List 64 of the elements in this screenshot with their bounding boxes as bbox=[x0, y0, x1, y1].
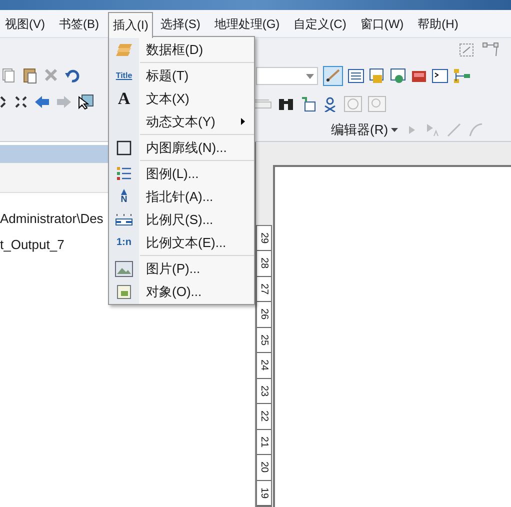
object-icon bbox=[116, 284, 132, 300]
scale-dropdown[interactable] bbox=[256, 67, 318, 85]
menu-item[interactable]: 帮助(H) bbox=[412, 12, 464, 36]
model-builder-icon[interactable] bbox=[453, 68, 471, 84]
menu-option[interactable]: 图片(P)... bbox=[109, 257, 254, 280]
editor-menu-button[interactable]: 编辑器(R) bbox=[330, 120, 400, 140]
measure-icon[interactable] bbox=[252, 97, 272, 111]
menu-option[interactable]: 对象(O)... bbox=[109, 280, 254, 303]
menu-item[interactable]: 视图(V) bbox=[0, 12, 50, 36]
frame-icon bbox=[116, 140, 132, 156]
ruler-label: 27 bbox=[259, 283, 269, 294]
ruler-label: 28 bbox=[259, 258, 269, 269]
layer-path-text: t_Output_7 bbox=[0, 236, 64, 254]
ruler-label: 29 bbox=[259, 232, 269, 244]
editor-sketch-icon[interactable] bbox=[323, 66, 343, 86]
copy-icon[interactable] bbox=[0, 67, 16, 83]
menu-option[interactable]: 动态文本(Y) bbox=[109, 110, 254, 133]
menu-item[interactable]: 选择(S) bbox=[155, 12, 206, 36]
ruler-label: 20 bbox=[259, 462, 269, 473]
layers-icon bbox=[115, 42, 133, 56]
menu-item[interactable]: 书签(B) bbox=[54, 12, 104, 36]
undo-icon[interactable] bbox=[64, 67, 80, 83]
vertex-edit-icon[interactable] bbox=[482, 42, 500, 58]
menu-option[interactable]: 内图廓线(N)... bbox=[109, 136, 254, 159]
menu-item[interactable]: 窗口(W) bbox=[355, 12, 409, 36]
ruler-label: 21 bbox=[259, 436, 269, 448]
go-to-xy-icon[interactable] bbox=[322, 96, 338, 112]
layer-path-text: Administrator\Des bbox=[0, 210, 104, 228]
ruler-label: 24 bbox=[259, 360, 269, 371]
text-element-icon: Title bbox=[116, 70, 132, 80]
legend-icon bbox=[116, 166, 132, 182]
menu-option[interactable]: 图例(L)... bbox=[109, 162, 254, 185]
table-icon[interactable] bbox=[348, 69, 364, 83]
menu-option[interactable]: 1:n 比例文本(E)... bbox=[109, 231, 254, 254]
toolbox-icon[interactable] bbox=[411, 68, 427, 84]
select-features-icon[interactable] bbox=[78, 94, 94, 110]
text-element-icon: 1:n bbox=[116, 235, 132, 250]
menu-item[interactable]: 插入(I) bbox=[108, 12, 154, 38]
paste-icon[interactable] bbox=[22, 66, 38, 84]
menu-option[interactable]: N 指北针(A)... bbox=[109, 185, 254, 208]
text-element-icon: A bbox=[118, 90, 130, 107]
menu-option[interactable]: 比例尺(S)... bbox=[109, 208, 254, 231]
back-arrow-icon[interactable] bbox=[34, 95, 50, 109]
menu-option[interactable]: A 文本(X) bbox=[109, 87, 254, 110]
ruler-label: 23 bbox=[259, 385, 269, 396]
menu-option[interactable]: 数据框(D) bbox=[109, 38, 254, 61]
route-icon[interactable] bbox=[300, 96, 316, 112]
scale-bar-icon bbox=[115, 212, 133, 226]
caret-icon bbox=[391, 128, 398, 132]
zoom-extent-icon[interactable] bbox=[0, 95, 28, 109]
python-window-icon[interactable] bbox=[432, 69, 448, 83]
menu-option[interactable]: Title 标题(T) bbox=[109, 64, 254, 87]
select-elements-icon[interactable] bbox=[458, 42, 476, 58]
ruler-label: 25 bbox=[259, 334, 269, 346]
ruler-label: 26 bbox=[259, 308, 269, 320]
ruler-label: 19 bbox=[259, 487, 269, 498]
menu-item[interactable]: 自定义(C) bbox=[288, 12, 352, 36]
ruler-label: 22 bbox=[259, 410, 269, 422]
search-window-icon[interactable] bbox=[390, 68, 406, 84]
catalog-icon[interactable] bbox=[369, 68, 385, 84]
image-icon bbox=[115, 260, 133, 276]
menu-item[interactable]: 地理处理(G) bbox=[209, 12, 285, 36]
time-slider-icon[interactable] bbox=[344, 96, 362, 112]
caret-icon bbox=[306, 74, 314, 78]
